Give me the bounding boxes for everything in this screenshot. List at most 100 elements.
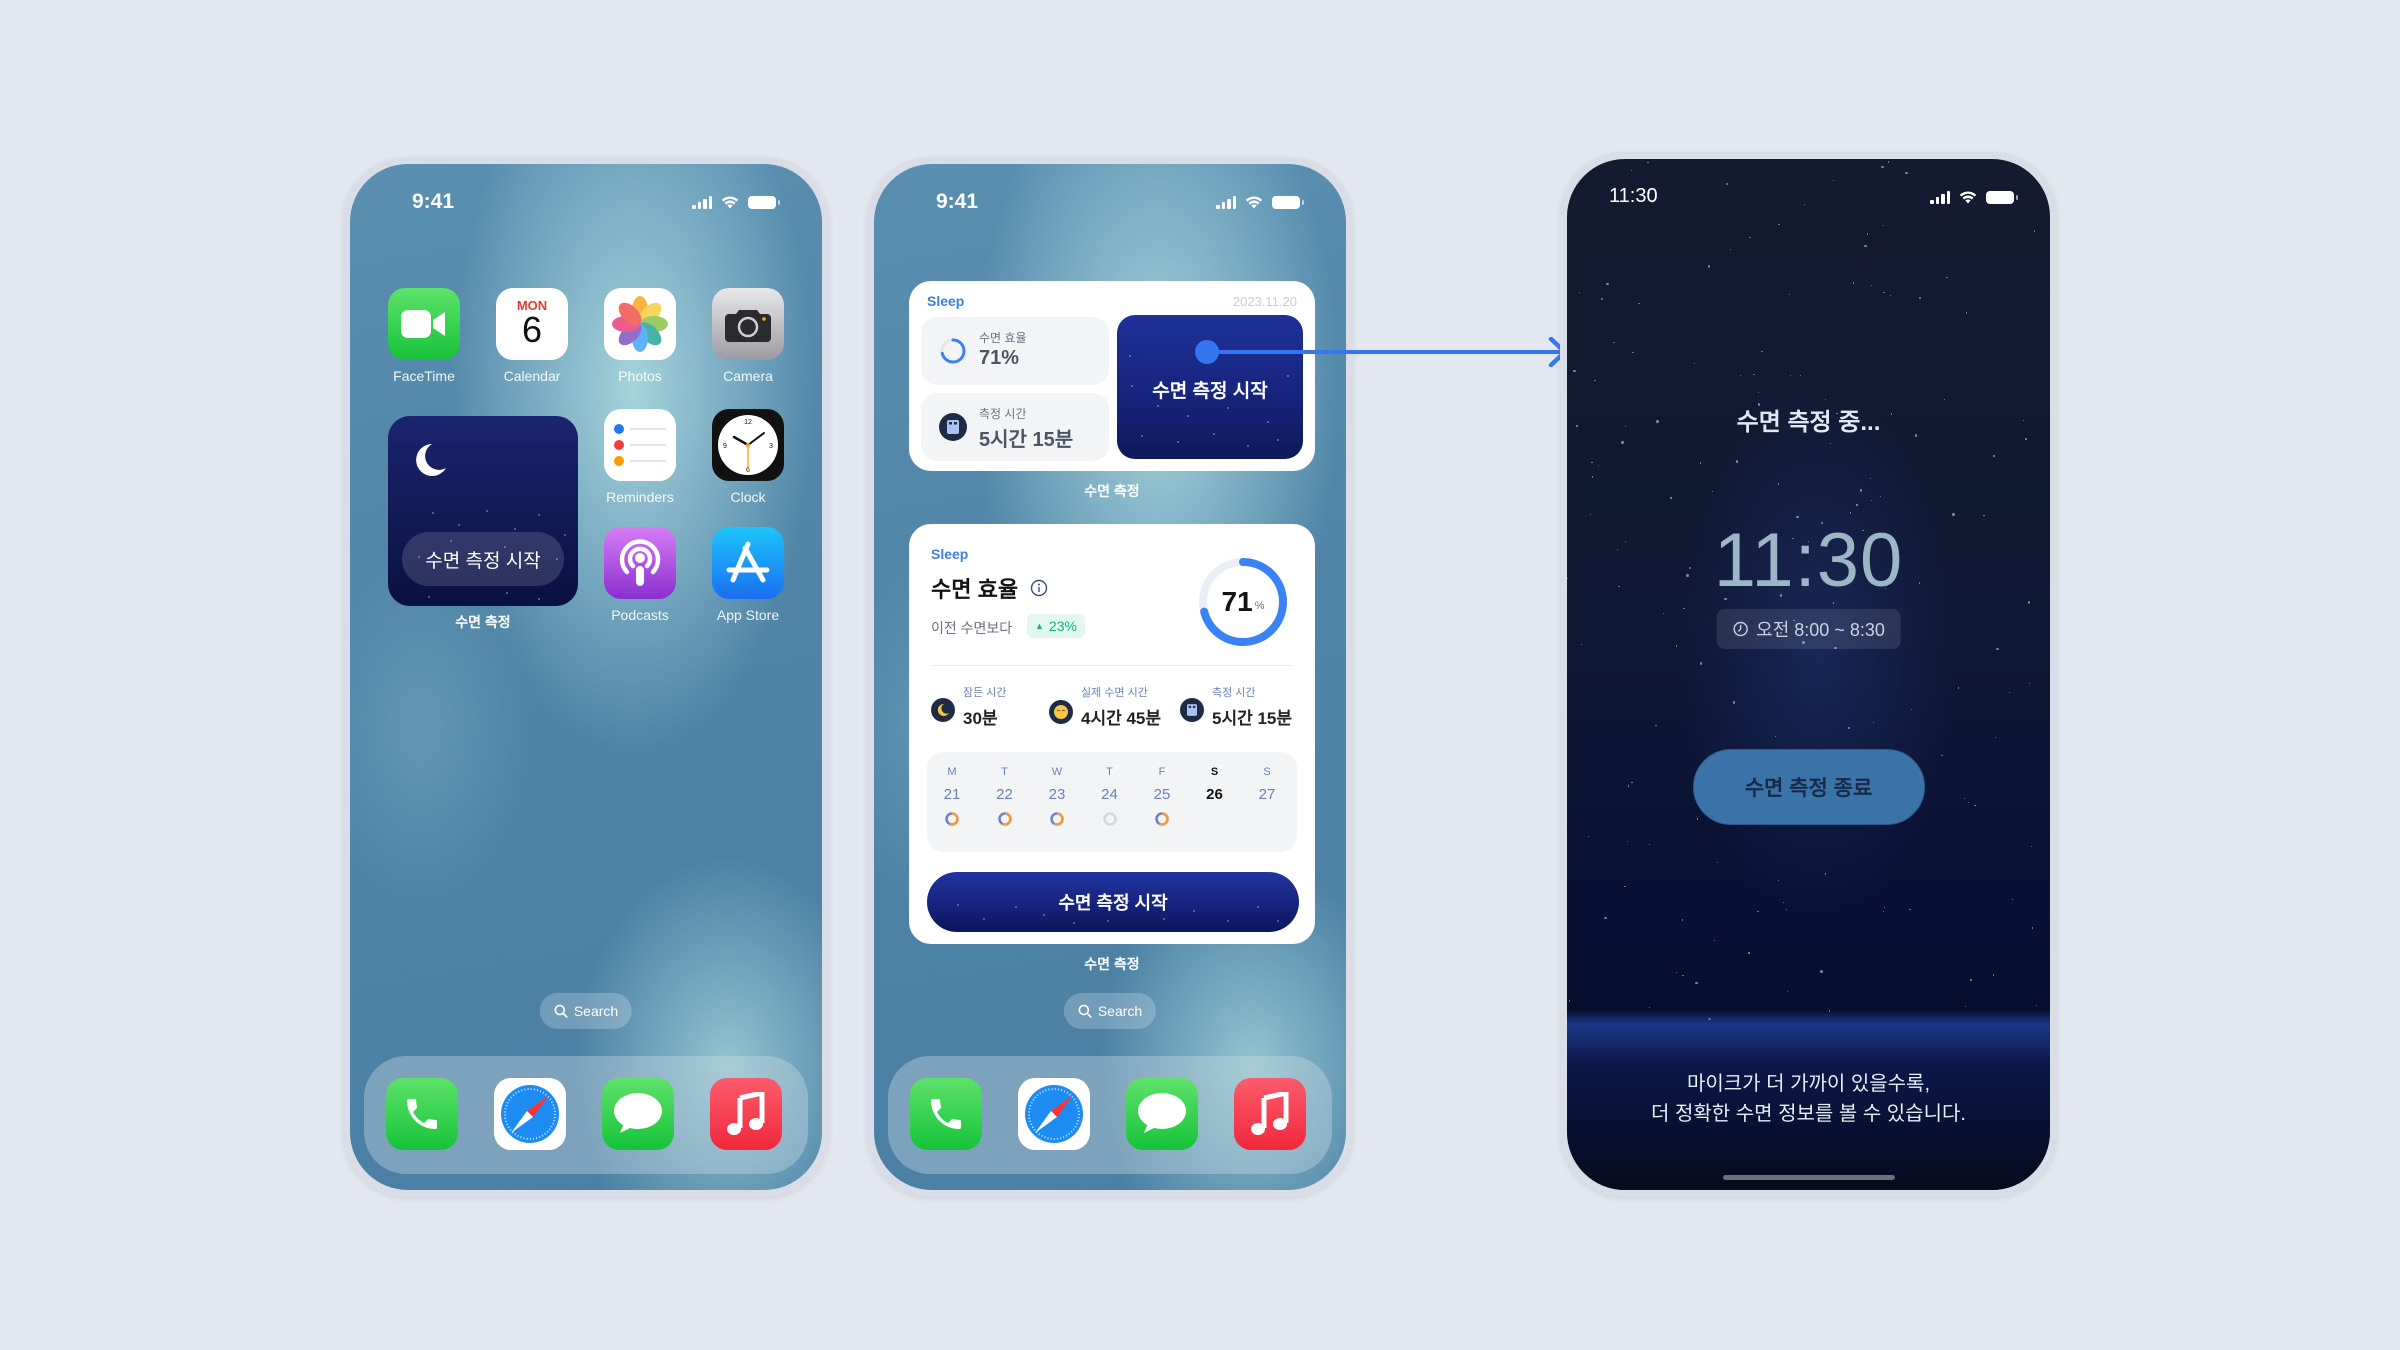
messages-icon[interactable] bbox=[602, 1078, 674, 1150]
current-time: 11:30 bbox=[1713, 518, 1904, 603]
date-label: 23 bbox=[1048, 786, 1066, 803]
status-bar: 9:41 bbox=[350, 188, 822, 218]
stat-measure-time: 측정 시간 5시간 15분 bbox=[1180, 684, 1310, 734]
app-label: Clock bbox=[730, 489, 766, 505]
app-label: Calendar bbox=[503, 368, 561, 384]
widget-caption: 수면 측정 bbox=[1084, 483, 1140, 499]
widget-title: 수면 효율 bbox=[931, 577, 1019, 602]
calendar-day[interactable]: S 27 bbox=[1247, 766, 1287, 803]
stat-value: 30분 bbox=[963, 709, 998, 728]
calendar-day: 6 bbox=[521, 308, 543, 350]
music-icon[interactable] bbox=[710, 1078, 782, 1150]
app-label: Photos bbox=[618, 368, 662, 384]
calendar-day[interactable]: T 24 bbox=[1090, 766, 1130, 827]
sleep-score-ring bbox=[997, 812, 1012, 826]
score-value: 71 bbox=[1221, 586, 1253, 617]
sleep-widget-small[interactable]: 수면 측정 시작 bbox=[388, 416, 578, 606]
widget-tag: Sleep bbox=[927, 293, 965, 309]
calendar-icon: MON 6 bbox=[496, 288, 568, 360]
weekday-label: W bbox=[1051, 766, 1063, 778]
date-label: 26 bbox=[1206, 786, 1223, 803]
search-icon bbox=[1078, 1004, 1092, 1018]
sleep-score-ring bbox=[1050, 812, 1064, 826]
search-button[interactable]: Search bbox=[539, 993, 633, 1029]
start-sleep-button[interactable]: 수면 측정 시작 bbox=[402, 532, 564, 586]
moon-icon bbox=[931, 698, 955, 722]
efficiency-tile: 수면 효율 71% bbox=[921, 317, 1109, 385]
app-podcasts[interactable]: Podcasts bbox=[604, 527, 676, 623]
app-label: FaceTime bbox=[393, 368, 455, 384]
podcasts-icon bbox=[604, 527, 676, 599]
wifi-icon bbox=[1959, 191, 1977, 204]
app-photos[interactable]: Photos bbox=[604, 288, 676, 384]
phone-icon[interactable] bbox=[386, 1078, 458, 1150]
clock-icon: 12 3 6 9 bbox=[712, 409, 784, 481]
status-bar: 11:30 bbox=[1567, 183, 2050, 213]
stat-value: 5시간 15분 bbox=[1212, 709, 1293, 728]
calendar-day[interactable]: M 21 bbox=[932, 766, 972, 827]
battery-icon bbox=[1986, 191, 2018, 204]
app-clock[interactable]: 12 3 6 9 Clock bbox=[712, 409, 784, 505]
calendar-day[interactable]: F 25 bbox=[1142, 766, 1182, 827]
compare-label: 이전 수면보다 bbox=[931, 620, 1013, 636]
sleep-widget-medium[interactable]: Sleep 2023.11.20 수면 효율 71% 측정 시간 5시간 15분 bbox=[909, 281, 1315, 471]
calendar-day[interactable]: W 23 bbox=[1037, 766, 1077, 827]
stat-value: 4시간 45분 bbox=[1081, 709, 1162, 728]
weekday-label: T bbox=[1106, 766, 1113, 778]
alarm-range: 오전 8:00 ~ 8:30 bbox=[1756, 620, 1885, 640]
dock bbox=[888, 1056, 1332, 1174]
stat-fell-asleep: 잠든 시간 30분 bbox=[931, 684, 1051, 734]
start-sleep-button[interactable]: 수면 측정 시작 bbox=[927, 872, 1299, 932]
search-button[interactable]: Search bbox=[1063, 993, 1157, 1029]
signal-icon bbox=[692, 196, 712, 209]
date-label: 22 bbox=[996, 786, 1013, 803]
efficiency-value: 71% bbox=[979, 347, 1020, 369]
widget-tag: Sleep bbox=[931, 546, 969, 562]
sleep-widget-large[interactable]: Sleep 수면 효율 이전 수면보다 ▲ 23% 71 % 잠든 시간 30분… bbox=[909, 524, 1315, 944]
score-display: 71 % bbox=[1197, 556, 1289, 648]
duration-tile: 측정 시간 5시간 15분 bbox=[921, 393, 1109, 461]
stat-actual-sleep: 실제 수면 시간 4시간 45분 bbox=[1049, 684, 1179, 734]
score-unit: % bbox=[1254, 600, 1265, 612]
safari-icon[interactable] bbox=[494, 1078, 566, 1150]
mic-tip: 마이크가 더 가까이 있을수록, 더 정확한 수면 정보를 볼 수 있습니다. bbox=[1567, 1069, 2050, 1129]
calendar-day[interactable]: T 22 bbox=[985, 766, 1025, 827]
date-label: 24 bbox=[1101, 786, 1118, 803]
phone-icon[interactable] bbox=[910, 1078, 982, 1150]
sleep-tracking-screen: 11:30 수면 측정 중... 11:30 오전 8:00 ~ 8:30 수면… bbox=[1567, 159, 2050, 1190]
app-facetime[interactable]: FaceTime bbox=[388, 288, 460, 384]
app-reminders[interactable]: Reminders bbox=[604, 409, 676, 505]
date-label: 21 bbox=[943, 786, 961, 803]
messages-icon[interactable] bbox=[1126, 1078, 1198, 1150]
stop-sleep-button[interactable]: 수면 측정 종료 bbox=[1692, 749, 1925, 825]
calendar-day[interactable]: S 26 bbox=[1195, 766, 1235, 803]
app-app-store[interactable]: App Store bbox=[712, 527, 784, 623]
svg-text:9: 9 bbox=[723, 443, 727, 450]
app-label: App Store bbox=[716, 607, 780, 623]
search-label: Search bbox=[573, 1003, 619, 1019]
weekday-label: M bbox=[947, 766, 957, 778]
sleep-score-ring bbox=[1155, 812, 1169, 826]
compare-delta: 23% bbox=[1048, 618, 1077, 634]
photos-icon bbox=[604, 288, 676, 360]
svg-text:3: 3 bbox=[769, 443, 773, 450]
sleep-score-ring bbox=[945, 812, 959, 826]
home-indicator[interactable] bbox=[1722, 1175, 1895, 1180]
app-camera[interactable]: Camera bbox=[712, 288, 784, 384]
efficiency-label: 수면 효율 bbox=[979, 331, 1027, 345]
home-screen-widgets: 9:41 Sleep 2023.11.20 수면 효율 71% 측정 시간 5시… bbox=[874, 164, 1346, 1190]
info-icon[interactable] bbox=[1030, 579, 1048, 597]
app-calendar[interactable]: MON 6 Calendar bbox=[496, 288, 568, 384]
compare-badge: ▲ 23% bbox=[1027, 614, 1085, 638]
tracking-title: 수면 측정 중... bbox=[1736, 409, 1881, 436]
flow-arrow-start-dot bbox=[1195, 340, 1219, 364]
search-label: Search bbox=[1097, 1003, 1143, 1019]
alarm-window: 오전 8:00 ~ 8:30 bbox=[1716, 609, 1901, 649]
search-icon bbox=[554, 1004, 568, 1018]
music-icon[interactable] bbox=[1234, 1078, 1306, 1150]
home-screen: 9:41 FaceTime MON 6 Calendar Photos Came… bbox=[350, 164, 822, 1190]
camera-icon bbox=[712, 288, 784, 360]
moon-icon bbox=[416, 444, 446, 476]
safari-icon[interactable] bbox=[1018, 1078, 1090, 1150]
wifi-icon bbox=[721, 196, 739, 209]
